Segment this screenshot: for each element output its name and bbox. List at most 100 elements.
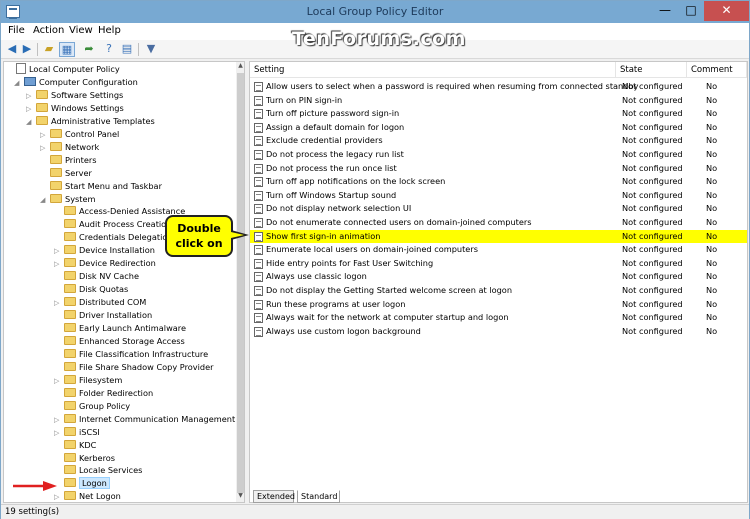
table-row[interactable]: Run these programs at user logon Not conf… (250, 298, 747, 312)
table-row[interactable]: Do not display network selection UI Not c… (250, 202, 747, 216)
minimize-button[interactable]: — (652, 1, 678, 21)
tree-item[interactable]: Start Menu and Taskbar (40, 180, 162, 193)
tree-item[interactable]: ▷ Windows Settings (26, 102, 124, 115)
setting-cell: Assign a default domain for logon (266, 121, 405, 132)
expand-arrow-icon[interactable]: ◢ (26, 116, 36, 129)
tree-item[interactable]: Folder Redirection (54, 387, 153, 400)
state-cell: Not configured (622, 203, 683, 214)
table-row[interactable]: Show first sign-in animation Not configur… (250, 229, 747, 244)
state-cell: Not configured (622, 149, 683, 159)
toolbar-separator (138, 43, 139, 56)
tree-item[interactable]: KDC (54, 439, 96, 452)
tree-item[interactable]: ▷ Filesystem (54, 374, 122, 387)
tree-item[interactable]: Locale Services (54, 464, 142, 477)
table-row[interactable]: Do not display the Getting Started welco… (250, 284, 747, 298)
tree-item[interactable]: Early Launch Antimalware (54, 322, 186, 335)
table-row[interactable]: Assign a default domain for logon Not con… (250, 121, 747, 135)
menu-help[interactable]: Help (98, 25, 121, 36)
expand-arrow-icon[interactable]: ▷ (54, 491, 64, 502)
column-header-state[interactable]: State (616, 62, 687, 78)
tree-item[interactable]: Kerberos (54, 452, 115, 465)
tree-item-label: Administrative Templates (51, 115, 155, 126)
policy-setting-icon (254, 109, 263, 120)
tree-item[interactable]: ▷ Device Redirection (54, 257, 156, 270)
scroll-up-icon[interactable]: ▲ (236, 62, 244, 72)
table-row[interactable]: Turn on PIN sign-in Not configured No (250, 94, 747, 108)
policy-setting-icon (254, 313, 263, 324)
tree-item-label: Network (65, 141, 100, 152)
title-bar[interactable]: Local Group Policy Editor — □ ✕ (1, 1, 749, 23)
menu-file[interactable]: File (8, 25, 25, 36)
tree-item[interactable]: Disk NV Cache (54, 270, 139, 283)
policy-setting-icon (254, 272, 263, 283)
table-row[interactable]: Hide entry points for Fast User Switchin… (250, 257, 747, 271)
tree-item[interactable]: ◢ System (40, 193, 96, 206)
table-row[interactable]: Always use classic logon Not configured No (250, 270, 747, 284)
close-button[interactable]: ✕ (704, 1, 749, 21)
table-row[interactable]: Turn off picture password sign-in Not con… (250, 107, 747, 121)
folder-icon (64, 374, 76, 384)
tab-extended[interactable]: Extended (253, 490, 295, 503)
tree-item[interactable]: ◢ Administrative Templates (26, 115, 155, 128)
scroll-thumb[interactable] (237, 73, 244, 493)
table-row[interactable]: Do not process the legacy run list Not co… (250, 148, 747, 162)
settings-list-pane[interactable]: Setting State Comment Allow users to sel… (249, 61, 748, 503)
table-row[interactable]: Enumerate local users on domain-joined c… (250, 243, 747, 257)
tree-item[interactable]: ▷ Software Settings (26, 89, 123, 102)
tree-item[interactable]: ▷ Internet Communication Management (54, 413, 235, 426)
tree-item[interactable]: Disk Quotas (54, 283, 128, 296)
expand-arrow-icon[interactable]: ◢ (14, 77, 24, 90)
table-row[interactable]: Do not process the run once list Not conf… (250, 162, 747, 176)
tree-item[interactable]: File Share Shadow Copy Provider (54, 361, 214, 374)
tree-item[interactable]: ▷ Network (40, 141, 99, 154)
table-row[interactable]: Always wait for the network at computer … (250, 311, 747, 325)
tree-item[interactable]: Logon (54, 477, 110, 490)
tree-item-label: Disk NV Cache (79, 271, 139, 282)
column-header-comment[interactable]: Comment (687, 62, 747, 78)
tree-item[interactable]: Driver Installation (54, 309, 152, 322)
folder-icon (64, 219, 76, 229)
tree-item-label: Software Settings (51, 89, 124, 100)
tree-item[interactable]: ▷ Distributed COM (54, 296, 146, 309)
tree-item[interactable]: Printers (40, 154, 97, 167)
tree-item[interactable]: ▷ Net Logon (54, 490, 121, 502)
tree-item[interactable]: ◢ Computer Configuration (14, 76, 138, 89)
tree-item[interactable]: Access-Denied Assistance (54, 205, 185, 218)
show-hide-tree-icon[interactable]: ▦ (59, 42, 75, 57)
table-row[interactable]: Exclude credential providers Not configur… (250, 134, 747, 148)
state-cell: Not configured (622, 217, 683, 227)
tree-item[interactable]: Audit Process Creation (54, 218, 171, 231)
column-header-setting[interactable]: Setting (250, 62, 616, 78)
tab-standard[interactable]: Standard (297, 490, 340, 503)
tree-item[interactable]: Local Computer Policy (6, 63, 120, 76)
menu-view[interactable]: View (69, 25, 93, 36)
policy-setting-icon (254, 231, 263, 242)
tree-scrollbar[interactable]: ▲ ▼ (236, 62, 244, 502)
expand-arrow-icon[interactable]: ◢ (40, 194, 50, 207)
table-row[interactable]: Do not enumerate connected users on doma… (250, 216, 747, 230)
tree-item[interactable]: ▷ Device Installation (54, 244, 155, 257)
export-list-icon[interactable]: ➦ (81, 42, 97, 57)
policy-setting-icon (254, 163, 263, 174)
properties-icon[interactable]: ▤ (119, 42, 135, 57)
tree-item[interactable]: Group Policy (54, 400, 130, 413)
tree-item[interactable]: ▷ iSCSI (54, 426, 100, 439)
tree-item[interactable]: Credentials Delegation (54, 231, 173, 244)
tree-item[interactable]: Enhanced Storage Access (54, 335, 185, 348)
help-icon[interactable]: ? (101, 42, 117, 57)
tree-item[interactable]: ▷ Control Panel (40, 128, 119, 141)
tree-item[interactable]: Server (40, 167, 92, 180)
table-row[interactable]: Always use custom logon background Not co… (250, 325, 747, 339)
maximize-button[interactable]: □ (678, 1, 704, 21)
menu-action[interactable]: Action (33, 25, 64, 36)
tree-item[interactable]: File Classification Infrastructure (54, 348, 208, 361)
table-row[interactable]: Turn off app notifications on the lock s… (250, 175, 747, 189)
up-folder-icon[interactable]: ▰ (41, 42, 57, 57)
forward-arrow-icon[interactable]: ▶ (19, 42, 35, 57)
scroll-down-icon[interactable]: ▼ (236, 492, 244, 502)
table-row[interactable]: Allow users to select when a password is… (250, 80, 747, 94)
filter-icon[interactable]: ▼ (143, 42, 159, 57)
back-arrow-icon[interactable]: ◀ (4, 42, 20, 57)
tree-pane[interactable]: Local Computer Policy ◢ Computer Configura… (3, 61, 245, 503)
table-row[interactable]: Turn off Windows Startup sound Not config… (250, 189, 747, 203)
